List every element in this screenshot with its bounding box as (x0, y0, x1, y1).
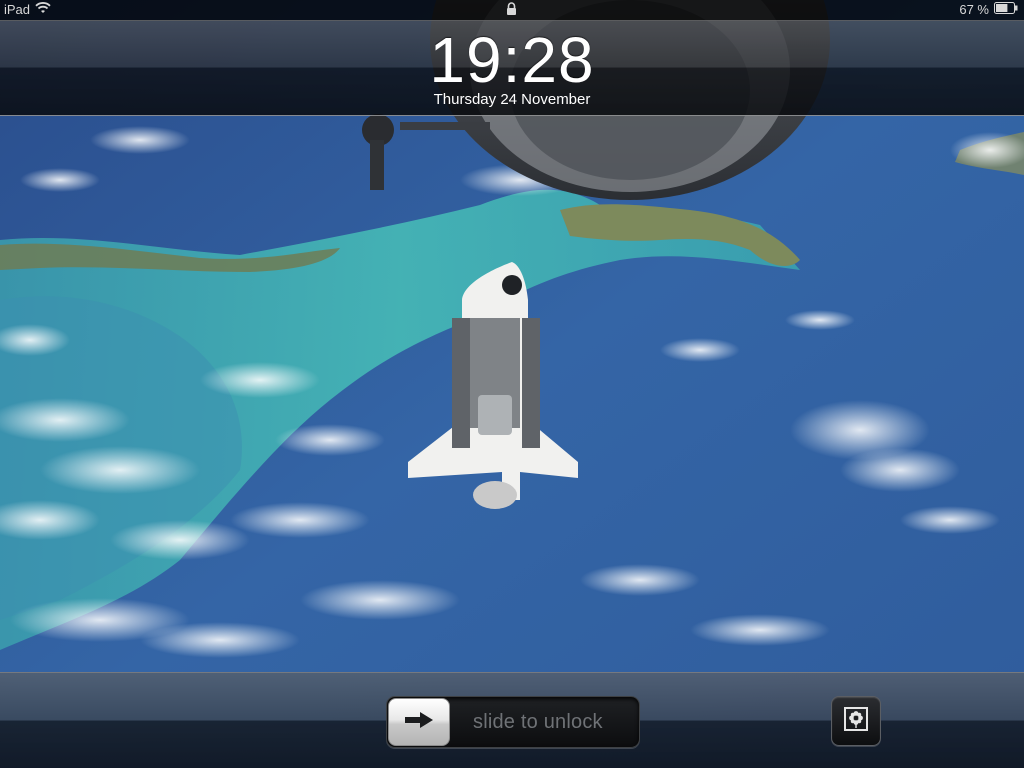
clock-panel: 19:28 Thursday 24 November (0, 20, 1024, 116)
device-name: iPad (4, 2, 31, 17)
lock-icon (506, 2, 517, 18)
right-arrow-icon (403, 710, 435, 735)
battery-fill (996, 4, 1008, 12)
lock-screen: iPad 67 % 19:28 Thursday 24 November sli… (0, 0, 1024, 768)
picture-frame-button[interactable] (831, 696, 881, 746)
lock-time: 19:28 (429, 24, 595, 96)
picture-frame-flower-icon (842, 705, 870, 738)
status-left: iPad (4, 2, 51, 18)
battery-percent: 67 % (959, 2, 989, 17)
slide-to-unlock-knob[interactable] (388, 698, 450, 746)
status-bar: iPad 67 % (0, 0, 1024, 20)
slide-to-unlock-label: slide to unlock (473, 711, 603, 733)
status-right: 67 % (959, 2, 1018, 18)
status-center (506, 2, 517, 19)
wifi-icon (35, 2, 51, 18)
unlock-panel: slide to unlock (0, 672, 1024, 768)
lock-date: Thursday 24 November (433, 91, 591, 108)
battery-icon (994, 2, 1018, 18)
slide-to-unlock-track[interactable]: slide to unlock (386, 696, 640, 748)
